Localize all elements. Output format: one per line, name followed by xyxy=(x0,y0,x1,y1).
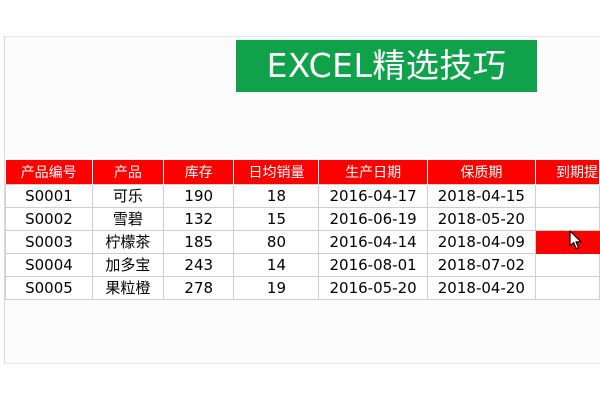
table-row: S0004 加多宝 243 14 2016-08-01 2018-07-02 xyxy=(5,252,600,277)
cell-product-id[interactable]: S0005 xyxy=(5,275,93,300)
header-shelf-life[interactable]: 保质期 xyxy=(427,160,537,184)
header-stock[interactable]: 库存 xyxy=(163,160,235,184)
cell-stock[interactable]: 132 xyxy=(162,206,235,231)
cell-production-date[interactable]: 2016-04-17 xyxy=(318,183,428,208)
table-row: S0001 可乐 190 18 2016-04-17 2018-04-15 xyxy=(5,183,600,208)
cell-stock[interactable]: 278 xyxy=(162,275,235,300)
cell-product[interactable]: 可乐 xyxy=(91,183,164,208)
banner-title: EXCEL精选技巧 xyxy=(266,46,507,85)
cell-expiry-alert[interactable] xyxy=(535,252,600,277)
cell-shelf-life[interactable]: 2018-04-20 xyxy=(426,275,537,300)
cell-expiry-alert[interactable] xyxy=(535,183,600,208)
cell-stock[interactable]: 243 xyxy=(162,252,235,277)
table-row: S0003 柠檬茶 185 80 2016-04-14 2018-04-09 xyxy=(5,229,600,254)
cell-daily-sales[interactable]: 18 xyxy=(233,183,320,208)
cell-expiry-alert-flagged[interactable] xyxy=(535,229,600,254)
header-daily-sales[interactable]: 日均销量 xyxy=(233,160,320,184)
cell-product-id[interactable]: S0002 xyxy=(5,206,93,231)
cell-daily-sales[interactable]: 14 xyxy=(233,252,320,277)
cell-production-date[interactable]: 2016-05-20 xyxy=(318,275,428,300)
cell-product[interactable]: 柠檬茶 xyxy=(91,229,164,254)
cell-daily-sales[interactable]: 80 xyxy=(233,229,320,254)
cell-production-date[interactable]: 2016-06-19 xyxy=(318,206,428,231)
product-table: 产品编号 产品 库存 日均销量 生产日期 保质期 到期提 S0001 可乐 19… xyxy=(5,160,600,300)
cell-daily-sales[interactable]: 19 xyxy=(233,275,320,300)
header-production-date[interactable]: 生产日期 xyxy=(318,160,428,184)
title-banner: EXCEL精选技巧 xyxy=(236,40,537,92)
cell-stock[interactable]: 190 xyxy=(162,183,235,208)
screen: EXCEL精选技巧 产品编号 产品 库存 日均销量 生产日期 保质期 到期提 S… xyxy=(0,0,600,400)
cell-shelf-life[interactable]: 2018-04-15 xyxy=(426,183,537,208)
table-row: S0005 果粒橙 278 19 2016-05-20 2018-04-20 xyxy=(5,275,600,300)
cell-expiry-alert[interactable] xyxy=(535,275,600,300)
header-row: 产品编号 产品 库存 日均销量 生产日期 保质期 到期提 xyxy=(5,160,600,184)
cell-shelf-life[interactable]: 2018-07-02 xyxy=(426,252,537,277)
cell-production-date[interactable]: 2016-04-14 xyxy=(318,229,428,254)
cell-production-date[interactable]: 2016-08-01 xyxy=(318,252,428,277)
header-product[interactable]: 产品 xyxy=(92,160,164,184)
cell-expiry-alert[interactable] xyxy=(535,206,600,231)
cell-product[interactable]: 果粒橙 xyxy=(91,275,164,300)
cell-product-id[interactable]: S0001 xyxy=(5,183,93,208)
header-expiry-alert[interactable]: 到期提 xyxy=(535,160,600,184)
cell-shelf-life[interactable]: 2018-05-20 xyxy=(426,206,537,231)
cell-shelf-life[interactable]: 2018-04-09 xyxy=(426,229,537,254)
cell-product-id[interactable]: S0004 xyxy=(5,252,93,277)
cell-daily-sales[interactable]: 15 xyxy=(233,206,320,231)
cell-product[interactable]: 雪碧 xyxy=(91,206,164,231)
mouse-pointer-icon xyxy=(569,230,582,250)
header-product-id[interactable]: 产品编号 xyxy=(5,160,93,184)
table-row: S0002 雪碧 132 15 2016-06-19 2018-05-20 xyxy=(5,206,600,231)
cell-stock[interactable]: 185 xyxy=(162,229,235,254)
cell-product[interactable]: 加多宝 xyxy=(91,252,164,277)
cell-product-id[interactable]: S0003 xyxy=(5,229,93,254)
